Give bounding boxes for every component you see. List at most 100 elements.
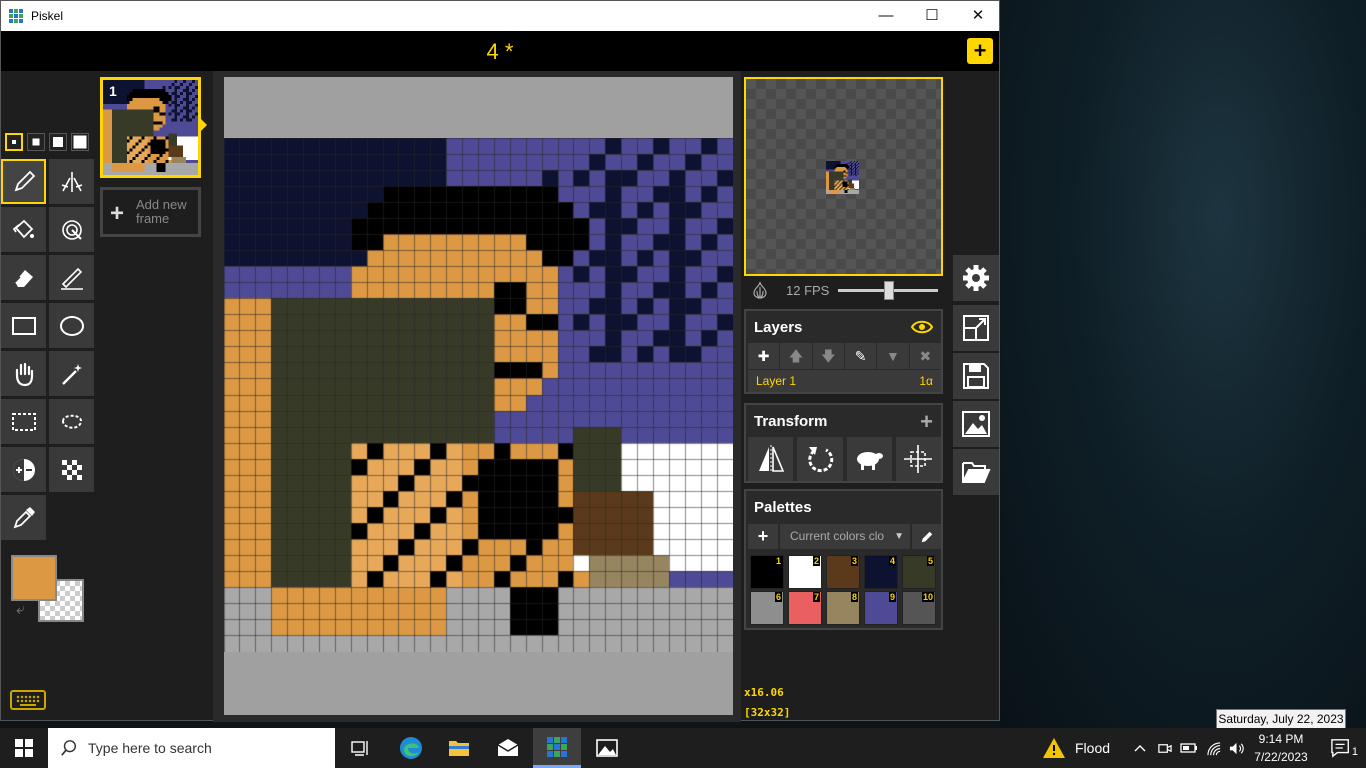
settings-button[interactable]	[953, 255, 999, 301]
frame-thumbnail[interactable]: 1	[100, 77, 201, 178]
weather-label: Flood	[1075, 740, 1111, 756]
rectangle-tool[interactable]	[1, 303, 46, 348]
palette-swatch[interactable]: 6	[750, 591, 784, 625]
lasso-select-tool[interactable]	[49, 399, 94, 444]
add-frame-label: Add new frame	[136, 197, 187, 226]
swatch-number: 8	[850, 592, 858, 602]
palette-swatch[interactable]: 10	[902, 591, 936, 625]
show-hidden-icons-button[interactable]	[1130, 728, 1150, 768]
delete-layer-button[interactable]: ✖	[909, 343, 941, 369]
paint-same-pixels-tool[interactable]	[49, 207, 94, 252]
transform-toolbar	[748, 437, 941, 481]
move-layer-up-button[interactable]: 🡅	[780, 343, 812, 369]
clone-button[interactable]	[846, 437, 892, 481]
palette-swatch[interactable]: 9	[864, 591, 898, 625]
mail-app[interactable]	[484, 728, 532, 768]
network-button[interactable]	[1203, 728, 1225, 768]
center-button[interactable]	[895, 437, 941, 481]
battery-button[interactable]	[1178, 728, 1200, 768]
magic-wand-tool[interactable]	[49, 351, 94, 396]
palette-swatch[interactable]: 7	[788, 591, 822, 625]
open-button[interactable]	[953, 449, 999, 495]
volume-button[interactable]	[1226, 728, 1246, 768]
battery-icon	[1180, 743, 1197, 753]
meet-now-button[interactable]	[1154, 728, 1174, 768]
new-sprite-button[interactable]: +	[967, 38, 993, 64]
start-button[interactable]	[0, 728, 48, 768]
pen-size-3[interactable]	[49, 133, 67, 151]
color-picker-tool[interactable]	[1, 495, 46, 540]
palette-swatch[interactable]: 5	[902, 555, 936, 589]
canvas-background	[224, 77, 733, 715]
swatch-number: 5	[926, 556, 934, 566]
rotate-button[interactable]	[797, 437, 843, 481]
circle-tool[interactable]	[49, 303, 94, 348]
keyboard-shortcuts-icon[interactable]	[10, 690, 46, 710]
add-palette-button[interactable]: +	[748, 524, 778, 549]
minimize-button[interactable]: —	[863, 1, 909, 31]
bucket-icon	[12, 219, 34, 238]
palette-select[interactable]: Current colors clo ▼	[780, 524, 910, 549]
taskbar-search[interactable]: Type here to search	[48, 728, 335, 768]
pen-size-2[interactable]	[27, 133, 45, 151]
save-button[interactable]	[953, 353, 999, 399]
desktop-wallpaper	[1000, 0, 1366, 728]
clock[interactable]: 9:14 PM 7/22/2023	[1248, 730, 1314, 766]
line-pen-icon	[60, 267, 83, 290]
merge-layer-button[interactable]: ▼	[877, 343, 909, 369]
add-layer-button[interactable]: ✚	[748, 343, 780, 369]
camera-icon	[1157, 743, 1172, 753]
export-button[interactable]	[953, 401, 999, 447]
edge-app[interactable]	[387, 728, 435, 768]
eyedropper-icon	[13, 506, 35, 528]
close-button[interactable]: ✕	[955, 1, 1001, 31]
resize-button[interactable]	[953, 305, 999, 351]
rectangle-select-tool[interactable]	[1, 399, 46, 444]
transform-expand-icon[interactable]: +	[920, 409, 933, 435]
move-tool[interactable]	[1, 351, 46, 396]
windows-logo-icon	[15, 739, 33, 757]
eye-icon[interactable]	[911, 320, 933, 334]
flip-button[interactable]	[748, 437, 794, 481]
move-layer-down-button[interactable]: 🡇	[812, 343, 844, 369]
transform-panel: Transform +	[744, 403, 943, 483]
paint-bucket-tool[interactable]	[1, 207, 46, 252]
notification-icon	[1331, 739, 1349, 758]
chevron-down-icon: ▼	[894, 531, 904, 542]
fps-slider-handle[interactable]	[884, 281, 894, 300]
lighten-darken-tool[interactable]	[1, 447, 46, 492]
drawing-area	[213, 71, 741, 722]
palette-swatch[interactable]: 2	[788, 555, 822, 589]
file-explorer-app[interactable]	[435, 728, 483, 768]
layer-opacity[interactable]: 1α	[919, 374, 933, 388]
pen-size-4[interactable]	[71, 133, 89, 151]
eraser-tool[interactable]	[1, 255, 46, 300]
sheep-icon	[857, 452, 884, 470]
pixel-canvas[interactable]	[224, 138, 733, 652]
pen-tool[interactable]	[1, 159, 46, 204]
photos-app[interactable]	[583, 728, 631, 768]
primary-color[interactable]	[11, 555, 57, 601]
palette-swatch[interactable]: 3	[826, 555, 860, 589]
onion-skin-icon[interactable]	[752, 281, 768, 299]
swap-colors-icon[interactable]: ⤶	[16, 601, 25, 619]
animation-preview[interactable]	[744, 77, 943, 276]
vertical-mirror-pen-tool[interactable]	[49, 159, 94, 204]
palette-swatch[interactable]: 1	[750, 555, 784, 589]
piskel-app[interactable]	[533, 728, 581, 768]
task-view-button[interactable]	[336, 728, 384, 768]
dithering-tool[interactable]	[49, 447, 94, 492]
actions-panel	[949, 71, 999, 722]
palette-swatch[interactable]: 4	[864, 555, 898, 589]
stroke-tool[interactable]	[49, 255, 94, 300]
maximize-button[interactable]: ☐	[909, 1, 955, 31]
rename-layer-button[interactable]: ✎	[844, 343, 877, 369]
pen-size-1[interactable]	[5, 133, 23, 151]
notifications-button[interactable]: 1	[1318, 728, 1364, 768]
layer-item[interactable]: Layer 1 1α	[748, 370, 941, 392]
document-title[interactable]: 4 *	[1, 39, 999, 65]
edit-palette-button[interactable]	[912, 524, 941, 549]
add-frame-button[interactable]: + Add new frame	[100, 187, 201, 237]
palette-swatch[interactable]: 8	[826, 591, 860, 625]
date-tooltip: Saturday, July 22, 2023	[1216, 709, 1346, 729]
